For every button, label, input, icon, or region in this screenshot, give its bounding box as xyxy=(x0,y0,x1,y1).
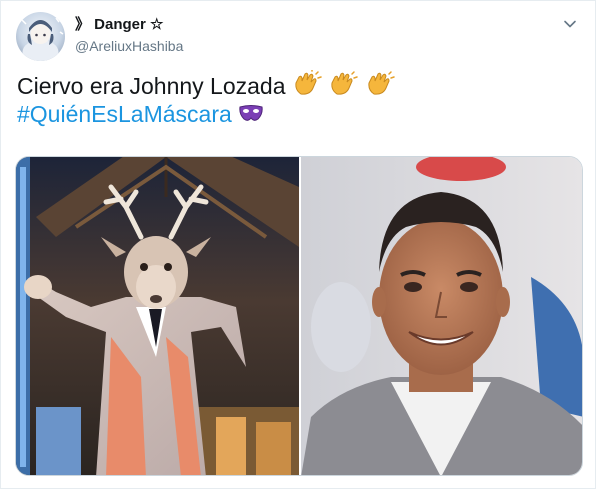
chevron-down-icon[interactable] xyxy=(561,15,579,33)
clapping-hands-icon xyxy=(365,70,395,104)
author-handle[interactable]: @AreliuxHashiba xyxy=(75,37,183,55)
tweet-media[interactable] xyxy=(15,156,583,476)
author-avatar[interactable] xyxy=(16,12,65,61)
author-display-name[interactable]: 》 Danger ☆ xyxy=(75,16,163,34)
clapping-hands-icon xyxy=(328,70,359,104)
clapping-hands-icon xyxy=(292,68,322,104)
hashtag-link[interactable]: #QuiénEsLaMáscara xyxy=(17,101,232,127)
man-portrait-photo[interactable] xyxy=(301,157,582,475)
deer-costume-photo[interactable] xyxy=(16,157,299,475)
tweet-hashtag-line: #QuiénEsLaMáscara xyxy=(17,100,264,132)
tweet-text-line: Ciervo era Johnny Lozada xyxy=(17,68,395,104)
tweet-text: Ciervo era Johnny Lozada xyxy=(17,73,286,99)
purple-mask-icon xyxy=(238,100,264,132)
tweet-card[interactable]: 》 Danger ☆ @AreliuxHashiba Ciervo era Jo… xyxy=(0,0,596,489)
